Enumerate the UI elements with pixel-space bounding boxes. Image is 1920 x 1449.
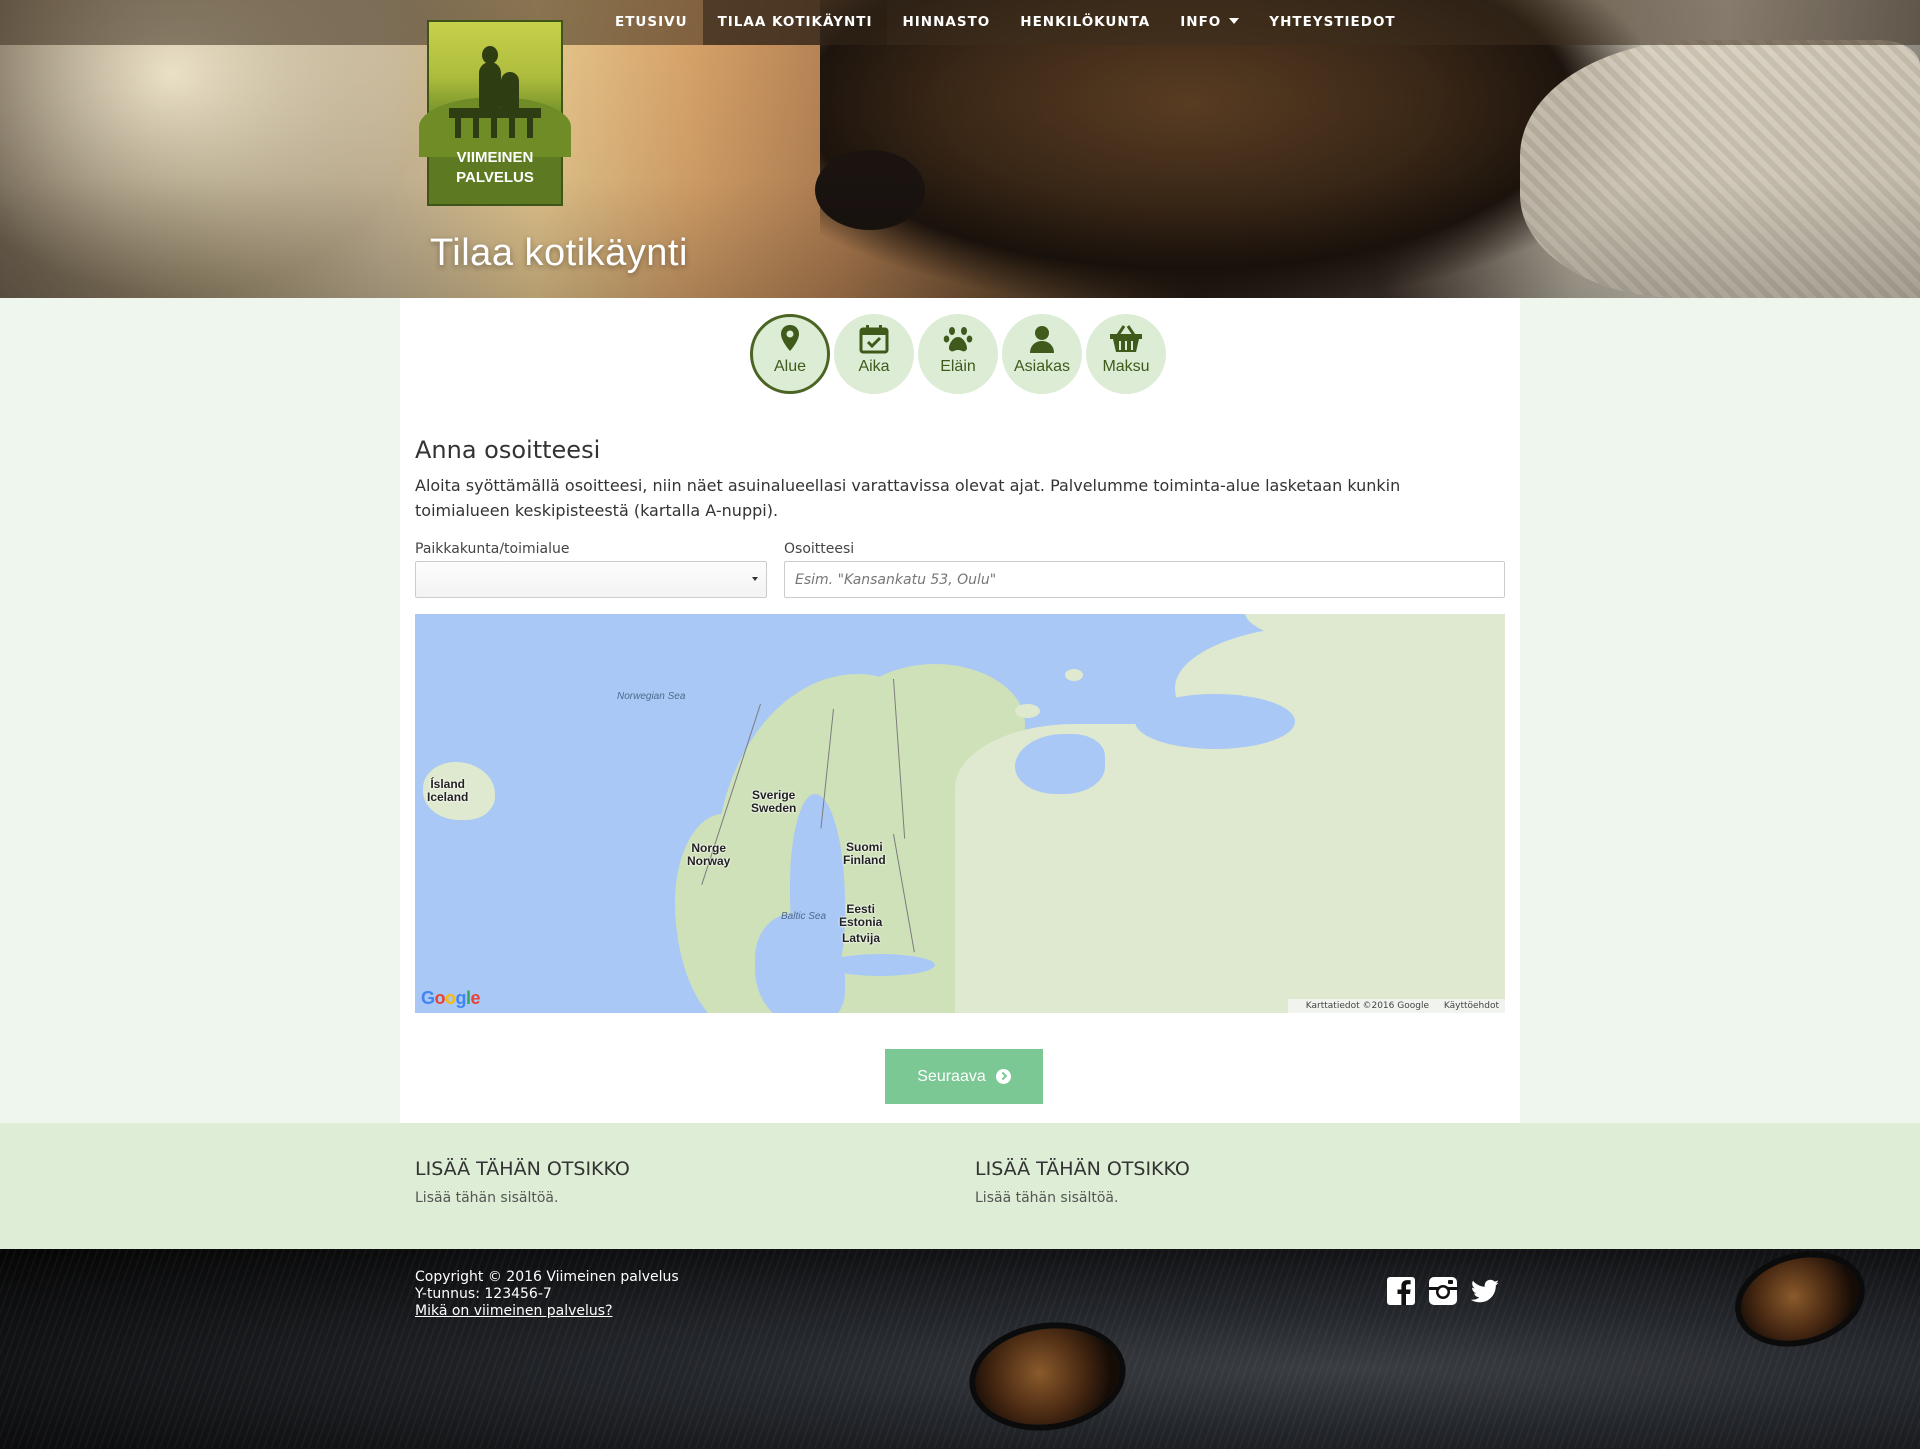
nav-item-tilaa-kotikaynti[interactable]: TILAA KOTIKÄYNTI	[702, 0, 888, 45]
step-label: Maksu	[1102, 358, 1150, 375]
map-gulf-of-finland	[825, 954, 935, 976]
footer-text: Copyright © 2016 Viimeinen palvelus Y-tu…	[415, 1269, 679, 1320]
hero-banner: ETUSIVU TILAA KOTIKÄYNTI HINNASTO HENKIL…	[0, 0, 1920, 298]
social-links	[1386, 1276, 1500, 1306]
map-label-latvia: Latvija	[842, 931, 881, 945]
map-label-sweden: Sverige Sweden	[751, 788, 797, 815]
basket-icon	[1086, 324, 1166, 358]
region-select[interactable]	[415, 561, 767, 598]
logo-illustration	[419, 22, 571, 157]
info-band: LISÄÄ TÄHÄN OTSIKKO Lisää tähän sisältöä…	[0, 1123, 1920, 1249]
nav-item-yhteystiedot[interactable]: YHTEYSTIEDOT	[1254, 0, 1410, 45]
main-nav: ETUSIVU TILAA KOTIKÄYNTI HINNASTO HENKIL…	[600, 0, 1411, 45]
info-column-text: Lisää tähän sisältöä.	[415, 1190, 559, 1206]
nav-item-hinnasto[interactable]: HINNASTO	[887, 0, 1005, 45]
info-column-text: Lisää tähän sisältöä.	[975, 1190, 1119, 1206]
nav-item-etusivu[interactable]: ETUSIVU	[600, 0, 703, 45]
map-label-baltic-sea: Baltic Sea	[781, 911, 827, 922]
user-icon	[1002, 324, 1082, 358]
twitter-icon[interactable]	[1470, 1276, 1500, 1306]
nav-item-info[interactable]: INFO	[1165, 0, 1254, 45]
logo-line-2: PALVELUS	[456, 169, 534, 186]
caret-down-icon	[1229, 18, 1240, 24]
map-terms-link[interactable]: Käyttöehdot	[1444, 1001, 1499, 1011]
facebook-icon[interactable]	[1386, 1276, 1416, 1306]
map-attribution: Karttatiedot ©2016 Google Käyttöehdot	[1287, 999, 1505, 1013]
instagram-icon[interactable]	[1428, 1276, 1458, 1306]
address-input[interactable]	[784, 561, 1505, 598]
footer-business-id: Y-tunnus: 123456-7	[415, 1286, 552, 1302]
step-aika[interactable]: Aika	[834, 314, 914, 394]
map-label-finland: Suomi Finland	[843, 840, 886, 867]
info-column-title: LISÄÄ TÄHÄN OTSIKKO	[415, 1158, 630, 1180]
map[interactable]: Norwegian Sea Baltic Sea Ísland Iceland S…	[415, 614, 1505, 1013]
nav-item-info-label: INFO	[1180, 14, 1222, 30]
footer-about-link[interactable]: Mikä on viimeinen palvelus?	[415, 1303, 679, 1320]
step-asiakas[interactable]: Asiakas	[1002, 314, 1082, 394]
map-label-norway: Norge Norway	[687, 841, 731, 868]
map-white-sea	[1015, 734, 1105, 794]
next-button[interactable]: Seuraava	[885, 1049, 1043, 1104]
top-navbar: ETUSIVU TILAA KOTIKÄYNTI HINNASTO HENKIL…	[0, 0, 1920, 45]
nav-item-henkilokunta[interactable]: HENKILÖKUNTA	[1005, 0, 1165, 45]
step-alue[interactable]: Alue	[750, 314, 830, 394]
booking-steps: Alue Aika Eläin Asiakas Maksu	[750, 314, 1166, 394]
map-label-estonia: Eesti Estonia	[839, 902, 883, 929]
google-logo: Google	[421, 988, 481, 1008]
form-title: Anna osoitteesi	[415, 436, 601, 464]
step-label: Asiakas	[1013, 358, 1071, 375]
next-button-label: Seuraava	[917, 1067, 986, 1085]
step-label: Alue	[773, 358, 807, 375]
paw-icon	[918, 324, 998, 358]
calendar-check-icon	[834, 324, 914, 358]
info-column-2: LISÄÄ TÄHÄN OTSIKKO Lisää tähän sisältöä…	[975, 1158, 1190, 1206]
region-label: Paikkakunta/toimialue	[415, 541, 570, 557]
step-label: Aika	[858, 358, 890, 375]
map-attribution-text: Karttatiedot ©2016 Google	[1305, 1001, 1429, 1011]
map-label-iceland: Ísland Iceland	[427, 777, 469, 804]
info-column-1: LISÄÄ TÄHÄN OTSIKKO Lisää tähän sisältöä…	[415, 1158, 630, 1206]
logo-text: VIIMEINEN PALVELUS	[429, 148, 561, 188]
logo-line-1: VIIMEINEN	[456, 149, 534, 166]
step-elain[interactable]: Eläin	[918, 314, 998, 394]
form-intro: Aloita syöttämällä osoitteesi, niin näet…	[415, 476, 1401, 520]
step-maksu[interactable]: Maksu	[1086, 314, 1166, 394]
page-title: Tilaa kotikäynti	[430, 232, 688, 274]
main-panel: Alue Aika Eläin Asiakas Maksu Anna osoit…	[400, 298, 1520, 1123]
dropdown-arrow-icon	[752, 577, 758, 581]
map-marker-icon	[753, 324, 827, 356]
map-label-norwegian-sea: Norwegian Sea	[617, 691, 686, 702]
info-column-title: LISÄÄ TÄHÄN OTSIKKO	[975, 1158, 1190, 1180]
footer: Copyright © 2016 Viimeinen palvelus Y-tu…	[0, 1249, 1920, 1449]
footer-copyright: Copyright © 2016 Viimeinen palvelus	[415, 1269, 679, 1285]
step-label: Eläin	[940, 358, 976, 375]
address-label: Osoitteesi	[784, 541, 855, 557]
chevron-circle-right-icon	[995, 1069, 1011, 1084]
site-logo[interactable]: VIIMEINEN PALVELUS	[419, 20, 571, 206]
